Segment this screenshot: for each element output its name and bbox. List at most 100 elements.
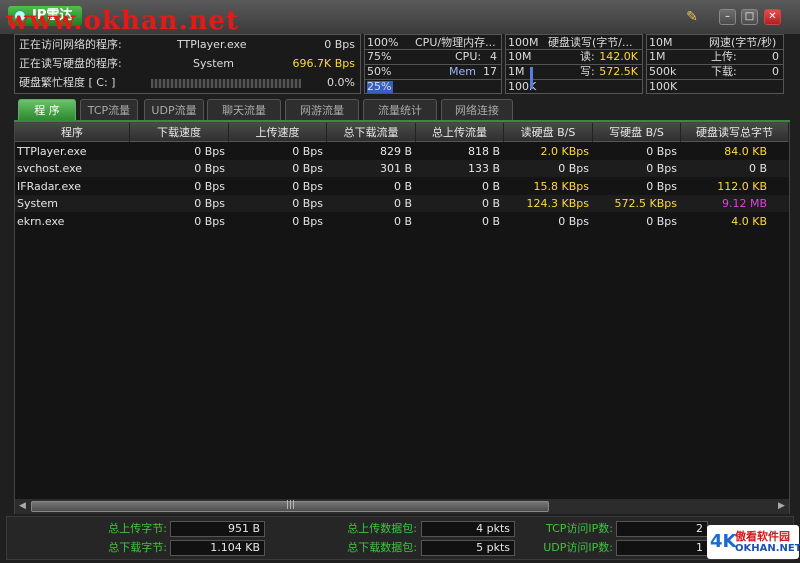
- cell-disk-total: 84.0 KB: [724, 145, 767, 158]
- close-button[interactable]: ✕: [764, 9, 781, 25]
- okhan-logo: 4K 傲看软件园 OKHAN.NET: [707, 525, 800, 559]
- cell-total-download: 0 B: [393, 215, 412, 228]
- net-scale-500k: 500k: [649, 65, 677, 78]
- net-scale-1m: 1M: [649, 50, 666, 63]
- cell-total-download: 0 B: [393, 197, 412, 210]
- udp-ip-count-label: UDP访问IP数:: [543, 541, 613, 554]
- disk-process-speed: 696.7K Bps: [292, 57, 355, 70]
- cell-upload-speed: 0 Bps: [292, 145, 323, 158]
- disk-graph-title: 硬盘读写(字节/...: [548, 36, 633, 49]
- net-upload-label: 上传:: [711, 50, 737, 63]
- net-graph-title: 网速(字节/秒): [709, 36, 777, 49]
- tab-chat-traffic[interactable]: 聊天流量: [207, 99, 281, 120]
- table-row[interactable]: svchost.exe 0 Bps 0 Bps 301 B 133 B 0 Bp…: [15, 160, 789, 177]
- stats-footer: 总上传字节: 951 B 总下载字节: 1.104 KB 总上传数据包: 4 p…: [6, 516, 794, 560]
- okhan-title: 傲看软件园: [735, 530, 790, 543]
- cell-disk-total: 9.12 MB: [721, 197, 767, 210]
- col-total-upload[interactable]: 总上传流量: [416, 123, 504, 142]
- disk-write-label: 写:: [580, 65, 595, 78]
- tab-game-traffic[interactable]: 网游流量: [285, 99, 359, 120]
- tab-net-connections[interactable]: 网络连接: [441, 99, 513, 120]
- cell-download-speed: 0 Bps: [194, 180, 225, 193]
- network-process-row: 正在访问网络的程序: TTPlayer.exe 0 Bps: [19, 36, 359, 54]
- cell-program: System: [17, 197, 59, 210]
- tab-traffic-stats[interactable]: 流量统计: [363, 99, 437, 120]
- scroll-left-icon[interactable]: ◀: [15, 499, 30, 514]
- maximize-button[interactable]: □: [741, 9, 758, 25]
- col-total-download[interactable]: 总下载流量: [327, 123, 416, 142]
- cell-upload-speed: 0 Bps: [292, 215, 323, 228]
- table-header: 程序 下载速度 上传速度 总下载流量 总上传流量 读硬盘 B/S 写硬盘 B/S…: [15, 123, 789, 142]
- net-scale-100k: 100K: [649, 80, 678, 93]
- cpu-scale-50: 50%: [367, 65, 392, 78]
- scrollbar-thumb[interactable]: |||: [31, 500, 549, 512]
- okhan-domain: OKHAN.NET: [735, 543, 800, 554]
- network-process-label: 正在访问网络的程序:: [19, 38, 122, 51]
- packets-upload-label: 总上传数据包:: [347, 522, 417, 535]
- net-upload-value: 0: [772, 50, 779, 63]
- col-upload-speed[interactable]: 上传速度: [229, 123, 327, 142]
- title-bar[interactable]: IP雷达 www.okhan.net ✎ – □ ✕: [0, 0, 800, 36]
- cell-total-download: 0 B: [393, 180, 412, 193]
- table-row[interactable]: IFRadar.exe 0 Bps 0 Bps 0 B 0 B 15.8 KBp…: [15, 178, 789, 195]
- disk-busy-bar: [151, 79, 301, 88]
- cell-upload-speed: 0 Bps: [292, 162, 323, 175]
- disk-read-value: 142.0K: [599, 50, 638, 63]
- cell-disk-write: 0 Bps: [646, 180, 677, 193]
- disk-process-label: 正在读写硬盘的程序:: [19, 57, 122, 70]
- cell-disk-write: 0 Bps: [646, 215, 677, 228]
- col-download-speed[interactable]: 下载速度: [130, 123, 229, 142]
- cell-upload-speed: 0 Bps: [292, 180, 323, 193]
- table-row[interactable]: System 0 Bps 0 Bps 0 B 0 B 124.3 KBps 57…: [15, 195, 789, 212]
- network-process-speed: 0 Bps: [324, 38, 355, 51]
- disk-rw-graph: 100M 硬盘读写(字节/... 10M 读: 142.0K 1M 写: 572.5K 1…: [505, 34, 643, 94]
- cell-disk-read: 15.8 KBps: [533, 180, 589, 193]
- cell-program: TTPlayer.exe: [17, 145, 87, 158]
- packets-download-label: 总下载数据包:: [347, 541, 417, 554]
- col-disk-total[interactable]: 硬盘读写总字节: [681, 123, 789, 142]
- net-download-label: 下载:: [711, 65, 737, 78]
- col-disk-write[interactable]: 写硬盘 B/S: [593, 123, 681, 142]
- cell-disk-total: 4.0 KB: [731, 215, 767, 228]
- net-download-value: 0: [772, 65, 779, 78]
- cpu-memory-graph: 100% CPU/物理内存... 75% CPU: 4 50% Mem 17 25%: [364, 34, 502, 94]
- total-download-label: 总下载字节:: [108, 541, 167, 554]
- cell-total-upload: 0 B: [481, 215, 500, 228]
- cell-total-upload: 133 B: [467, 162, 500, 175]
- disk-read-label: 读:: [580, 50, 595, 63]
- total-upload-label: 总上传字节:: [108, 522, 167, 535]
- minimize-button[interactable]: –: [719, 9, 736, 25]
- table-row[interactable]: TTPlayer.exe 0 Bps 0 Bps 829 B 818 B 2.0…: [15, 143, 789, 160]
- cell-disk-read: 0 Bps: [558, 162, 589, 175]
- scroll-right-icon[interactable]: ▶: [774, 499, 789, 514]
- cell-disk-read: 2.0 KBps: [540, 145, 589, 158]
- tab-tcp-traffic[interactable]: TCP流量: [80, 99, 138, 120]
- cell-download-speed: 0 Bps: [194, 215, 225, 228]
- app-window: IP雷达 www.okhan.net ✎ – □ ✕ 正在访问网络的程序: TT…: [0, 0, 800, 563]
- cell-disk-total: 112.0 KB: [717, 180, 767, 193]
- col-program[interactable]: 程序: [15, 123, 130, 142]
- disk-scale-100m: 100M: [508, 36, 539, 49]
- activity-info-panel: 正在访问网络的程序: TTPlayer.exe 0 Bps 正在读写硬盘的程序:…: [14, 34, 361, 94]
- horizontal-scrollbar[interactable]: ◀ ||| ▶: [15, 499, 789, 514]
- cell-total-download: 829 B: [379, 145, 412, 158]
- cell-disk-write: 0 Bps: [646, 162, 677, 175]
- disk-process-row: 正在读写硬盘的程序: System 696.7K Bps: [19, 55, 359, 73]
- cpu-value: 4: [490, 50, 497, 63]
- cell-disk-write: 0 Bps: [646, 145, 677, 158]
- udp-ip-count-value: 1: [616, 540, 708, 556]
- col-disk-read[interactable]: 读硬盘 B/S: [504, 123, 593, 142]
- tcp-ip-count-label: TCP访问IP数:: [546, 522, 613, 535]
- network-speed-graph: 10M 网速(字节/秒) 1M 上传: 0 500k 下载: 0 100K: [646, 34, 784, 94]
- tab-programs[interactable]: 程 序: [18, 99, 76, 120]
- settings-wrench-icon[interactable]: ✎: [683, 8, 701, 26]
- cell-program: ekrn.exe: [17, 215, 65, 228]
- cell-upload-speed: 0 Bps: [292, 197, 323, 210]
- cell-total-upload: 818 B: [467, 145, 500, 158]
- disk-busy-row: 硬盘繁忙程度 [ C: ] 0.0%: [19, 74, 359, 92]
- table-row[interactable]: ekrn.exe 0 Bps 0 Bps 0 B 0 B 0 Bps 0 Bps…: [15, 213, 789, 230]
- disk-busy-label: 硬盘繁忙程度 [ C: ]: [19, 76, 116, 89]
- tab-udp-traffic[interactable]: UDP流量: [144, 99, 204, 120]
- cell-disk-total: 0 B: [748, 162, 767, 175]
- cpu-scale-75: 75%: [367, 50, 392, 63]
